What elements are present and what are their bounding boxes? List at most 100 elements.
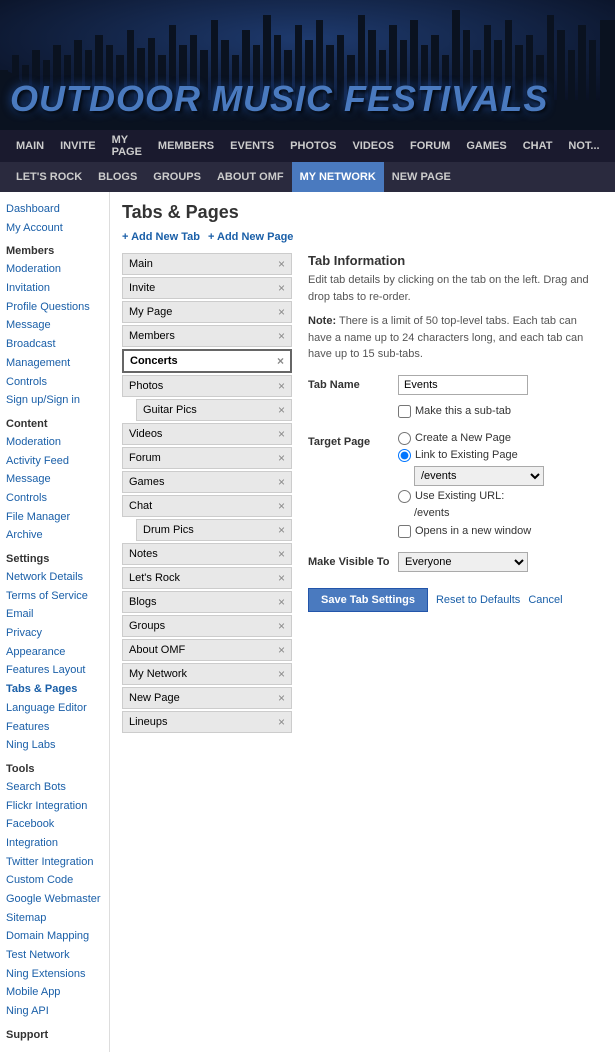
sidebar-twitter-integration[interactable]: Twitter Integration — [6, 853, 103, 872]
nav-games[interactable]: GAMES — [458, 130, 514, 162]
tab-close-my-network[interactable]: × — [278, 668, 285, 680]
nav-chat[interactable]: CHAT — [515, 130, 561, 162]
create-new-radio[interactable] — [398, 432, 411, 445]
tab-close-new-page[interactable]: × — [278, 692, 285, 704]
tab-close-about-omf[interactable]: × — [278, 644, 285, 656]
save-tab-settings-button[interactable]: Save Tab Settings — [308, 588, 428, 612]
tab-item-videos[interactable]: Videos × — [122, 423, 292, 445]
sidebar-domain-mapping[interactable]: Domain Mapping — [6, 927, 103, 946]
sidebar-dashboard[interactable]: Dashboard — [6, 200, 103, 219]
nav-groups[interactable]: GROUPS — [145, 162, 209, 192]
opens-new-window-checkbox[interactable] — [398, 525, 411, 538]
nav-my-network[interactable]: MY NETWORK — [292, 162, 384, 192]
link-existing-radio[interactable] — [398, 449, 411, 462]
sidebar-mobile-app[interactable]: Mobile App — [6, 983, 103, 1002]
make-sub-tab-checkbox[interactable] — [398, 405, 411, 418]
tab-item-my-network[interactable]: My Network × — [122, 663, 292, 685]
tab-item-chat[interactable]: Chat × — [122, 495, 292, 517]
tab-close-games[interactable]: × — [278, 476, 285, 488]
sidebar-file-manager[interactable]: File Manager — [6, 508, 103, 527]
tab-item-lets-rock[interactable]: Let's Rock × — [122, 567, 292, 589]
tab-item-forum[interactable]: Forum × — [122, 447, 292, 469]
tab-item-notes[interactable]: Notes × — [122, 543, 292, 565]
nav-more[interactable]: NOT... — [560, 130, 607, 162]
tab-close-drum-pics[interactable]: × — [278, 524, 285, 536]
tab-close-videos[interactable]: × — [278, 428, 285, 440]
tab-item-games[interactable]: Games × — [122, 471, 292, 493]
tab-close-mypage[interactable]: × — [278, 306, 285, 318]
tab-name-input[interactable] — [398, 375, 528, 395]
sidebar-email[interactable]: Email — [6, 605, 103, 624]
tab-item-photos[interactable]: Photos × — [122, 375, 292, 397]
nav-new-page[interactable]: NEW PAGE — [384, 162, 459, 192]
tab-item-guitar-pics[interactable]: Guitar Pics × — [136, 399, 292, 421]
tab-close-blogs[interactable]: × — [278, 596, 285, 608]
nav-photos[interactable]: PHOTOS — [282, 130, 344, 162]
opens-new-window-option[interactable]: Opens in a new window — [398, 525, 603, 538]
sidebar-features-layout[interactable]: Features Layout — [6, 661, 103, 680]
use-url-option[interactable]: Use Existing URL: — [398, 490, 603, 503]
tab-item-blogs[interactable]: Blogs × — [122, 591, 292, 613]
sidebar-sitemap[interactable]: Sitemap — [6, 909, 103, 928]
sidebar-controls-content[interactable]: Controls — [6, 489, 103, 508]
nav-members[interactable]: MEMBERS — [150, 130, 222, 162]
cancel-link[interactable]: Cancel — [528, 594, 562, 606]
sidebar-test-network[interactable]: Test Network — [6, 946, 103, 965]
sidebar-management[interactable]: Management — [6, 354, 103, 373]
sidebar-archive[interactable]: Archive — [6, 526, 103, 545]
reset-to-defaults-link[interactable]: Reset to Defaults — [436, 594, 520, 606]
nav-blogs[interactable]: BLOGS — [90, 162, 145, 192]
sidebar-activity-feed[interactable]: Activity Feed Message — [6, 452, 103, 489]
sidebar-profile-questions[interactable]: Profile Questions — [6, 298, 103, 317]
tab-close-members[interactable]: × — [278, 330, 285, 342]
tab-item-lineups[interactable]: Lineups × — [122, 711, 292, 733]
add-new-tab-link[interactable]: Add New Tab — [122, 231, 200, 243]
tab-close-main[interactable]: × — [278, 258, 285, 270]
sidebar-appearance[interactable]: Appearance — [6, 643, 103, 662]
tab-close-guitar-pics[interactable]: × — [278, 404, 285, 416]
sidebar-terms-of-service[interactable]: Terms of Service — [6, 587, 103, 606]
sidebar-ning-extensions[interactable]: Ning Extensions — [6, 965, 103, 984]
use-url-radio[interactable] — [398, 490, 411, 503]
tab-close-chat[interactable]: × — [278, 500, 285, 512]
sidebar-language-editor[interactable]: Language Editor — [6, 699, 103, 718]
sidebar-ning-api[interactable]: Ning API — [6, 1002, 103, 1021]
tab-item-new-page[interactable]: New Page × — [122, 687, 292, 709]
tab-close-photos[interactable]: × — [278, 380, 285, 392]
tab-item-invite[interactable]: Invite × — [122, 277, 292, 299]
make-sub-tab-label[interactable]: Make this a sub-tab — [398, 405, 603, 418]
sidebar-signup-signin[interactable]: Sign up/Sign in — [6, 391, 103, 410]
tab-item-mypage[interactable]: My Page × — [122, 301, 292, 323]
make-visible-select[interactable]: Everyone — [398, 552, 528, 572]
tab-item-members[interactable]: Members × — [122, 325, 292, 347]
nav-forum[interactable]: FORUM — [402, 130, 458, 162]
sidebar-flickr-integration[interactable]: Flickr Integration — [6, 797, 103, 816]
sidebar-ning-labs[interactable]: Ning Labs — [6, 736, 103, 755]
sidebar-tabs-pages[interactable]: Tabs & Pages — [6, 680, 103, 699]
sidebar-moderation-members[interactable]: Moderation — [6, 260, 103, 279]
tab-item-groups[interactable]: Groups × — [122, 615, 292, 637]
sidebar-search-bots[interactable]: Search Bots — [6, 778, 103, 797]
tab-close-notes[interactable]: × — [278, 548, 285, 560]
sidebar-message-broadcast[interactable]: Message Broadcast — [6, 316, 103, 353]
sidebar-my-account[interactable]: My Account — [6, 219, 103, 238]
sidebar-google-webmaster[interactable]: Google Webmaster — [6, 890, 103, 909]
sidebar-network-details[interactable]: Network Details — [6, 568, 103, 587]
tab-item-concerts[interactable]: Concerts × — [122, 349, 292, 373]
nav-main[interactable]: MAIN — [8, 130, 52, 162]
nav-my-page[interactable]: MY PAGE — [104, 130, 150, 162]
sidebar-features[interactable]: Features — [6, 718, 103, 737]
sidebar-custom-code[interactable]: Custom Code — [6, 871, 103, 890]
sidebar-facebook-integration[interactable]: Facebook Integration — [6, 815, 103, 852]
tab-item-main[interactable]: Main × — [122, 253, 292, 275]
link-existing-option[interactable]: Link to Existing Page — [398, 449, 603, 462]
tab-close-forum[interactable]: × — [278, 452, 285, 464]
add-new-page-link[interactable]: Add New Page — [208, 231, 293, 243]
nav-videos[interactable]: VIDEOS — [344, 130, 402, 162]
tab-close-lets-rock[interactable]: × — [278, 572, 285, 584]
nav-events[interactable]: EVENTS — [222, 130, 282, 162]
nav-invite[interactable]: INVITE — [52, 130, 103, 162]
tab-item-about-omf[interactable]: About OMF × — [122, 639, 292, 661]
sidebar-moderation-content[interactable]: Moderation — [6, 433, 103, 452]
sidebar-privacy[interactable]: Privacy — [6, 624, 103, 643]
